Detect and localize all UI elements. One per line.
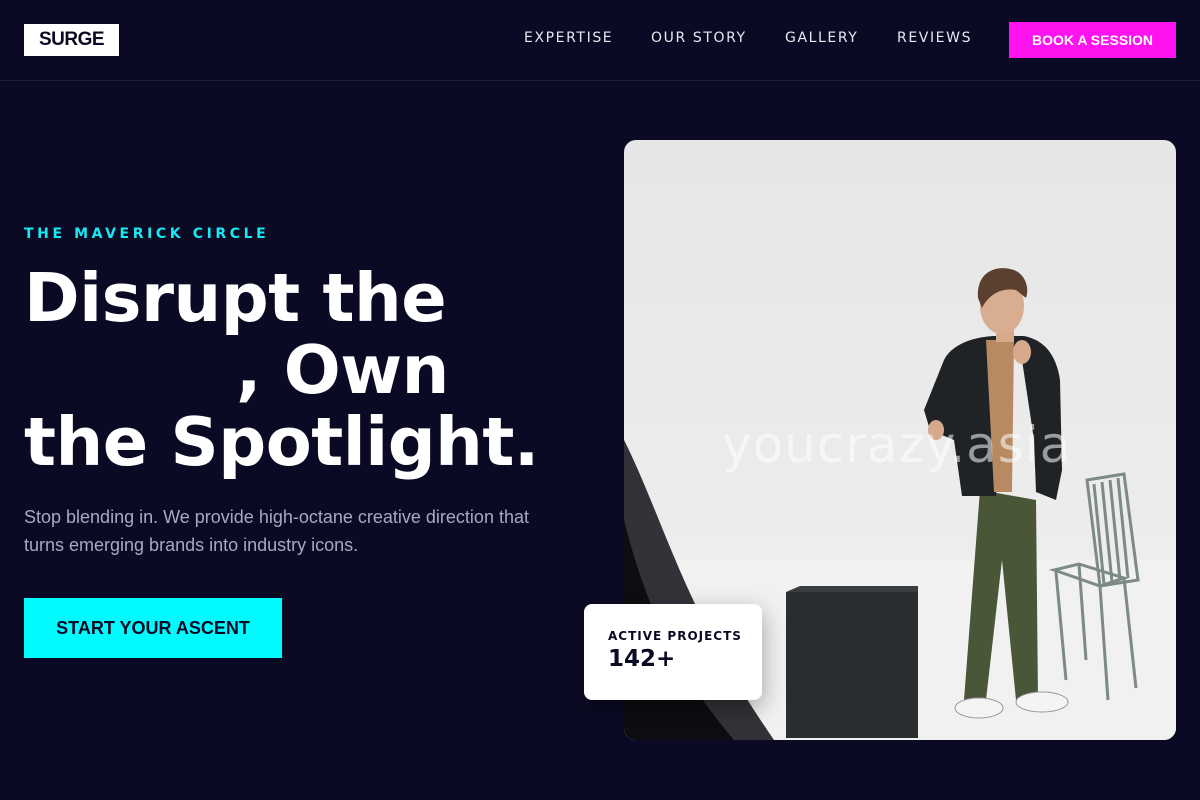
nav-link-our-story[interactable]: OUR STORY	[651, 30, 761, 46]
hero-headline: Disrupt the , Own the Spotlight.	[24, 262, 584, 478]
headline-line-2-text: , Own	[236, 331, 449, 409]
image-watermark: youcrazy.asia	[722, 416, 1072, 474]
headline-line-2: , Own	[24, 334, 584, 406]
stat-value: 142+	[608, 646, 676, 672]
nav-link-expertise[interactable]: EXPERTISE	[524, 30, 624, 46]
brand-logo[interactable]: SURGE	[24, 24, 119, 56]
top-navigation: SURGE EXPERTISE OUR STORY GALLERY REVIEW…	[0, 0, 1200, 81]
active-projects-card: ACTIVE PROJECTS 142+	[584, 604, 762, 700]
hero-subcopy: Stop blending in. We provide high-octane…	[24, 507, 529, 555]
headline-line-1: Disrupt the	[24, 259, 447, 337]
stat-label: ACTIVE PROJECTS	[608, 629, 742, 643]
start-ascent-button[interactable]: START YOUR ASCENT	[24, 598, 282, 658]
nav-link-reviews[interactable]: REVIEWS	[897, 30, 987, 46]
hero-eyebrow: THE MAVERICK CIRCLE	[24, 226, 270, 242]
headline-line-3: the Spotlight.	[24, 403, 539, 481]
nav-link-gallery[interactable]: GALLERY	[785, 30, 875, 46]
book-session-button[interactable]: BOOK A SESSION	[1009, 22, 1176, 58]
